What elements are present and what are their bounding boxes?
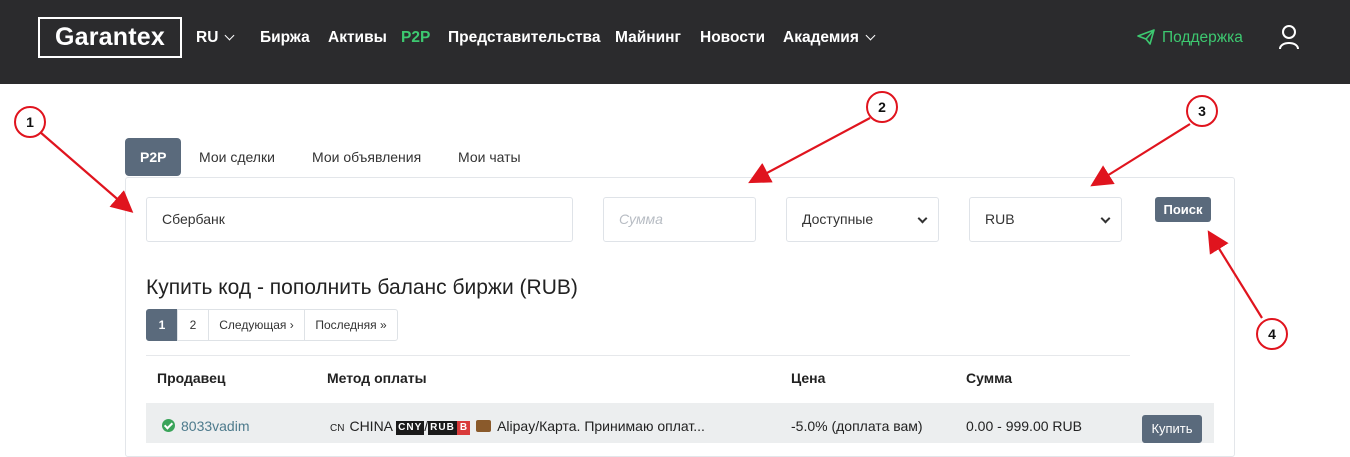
annotation-arrow-2 [748, 117, 871, 184]
annotation-arrow-1 [39, 131, 134, 213]
annotation-arrow-4 [1207, 230, 1263, 319]
annotation-arrow-3 [1090, 123, 1191, 187]
annotation-arrows [39, 117, 1263, 319]
annotation-marker-4: 4 [1256, 318, 1288, 350]
annotation-marker-2: 2 [866, 91, 898, 123]
annotation-marker-1: 1 [14, 106, 46, 138]
annotation-marker-3: 3 [1186, 95, 1218, 127]
